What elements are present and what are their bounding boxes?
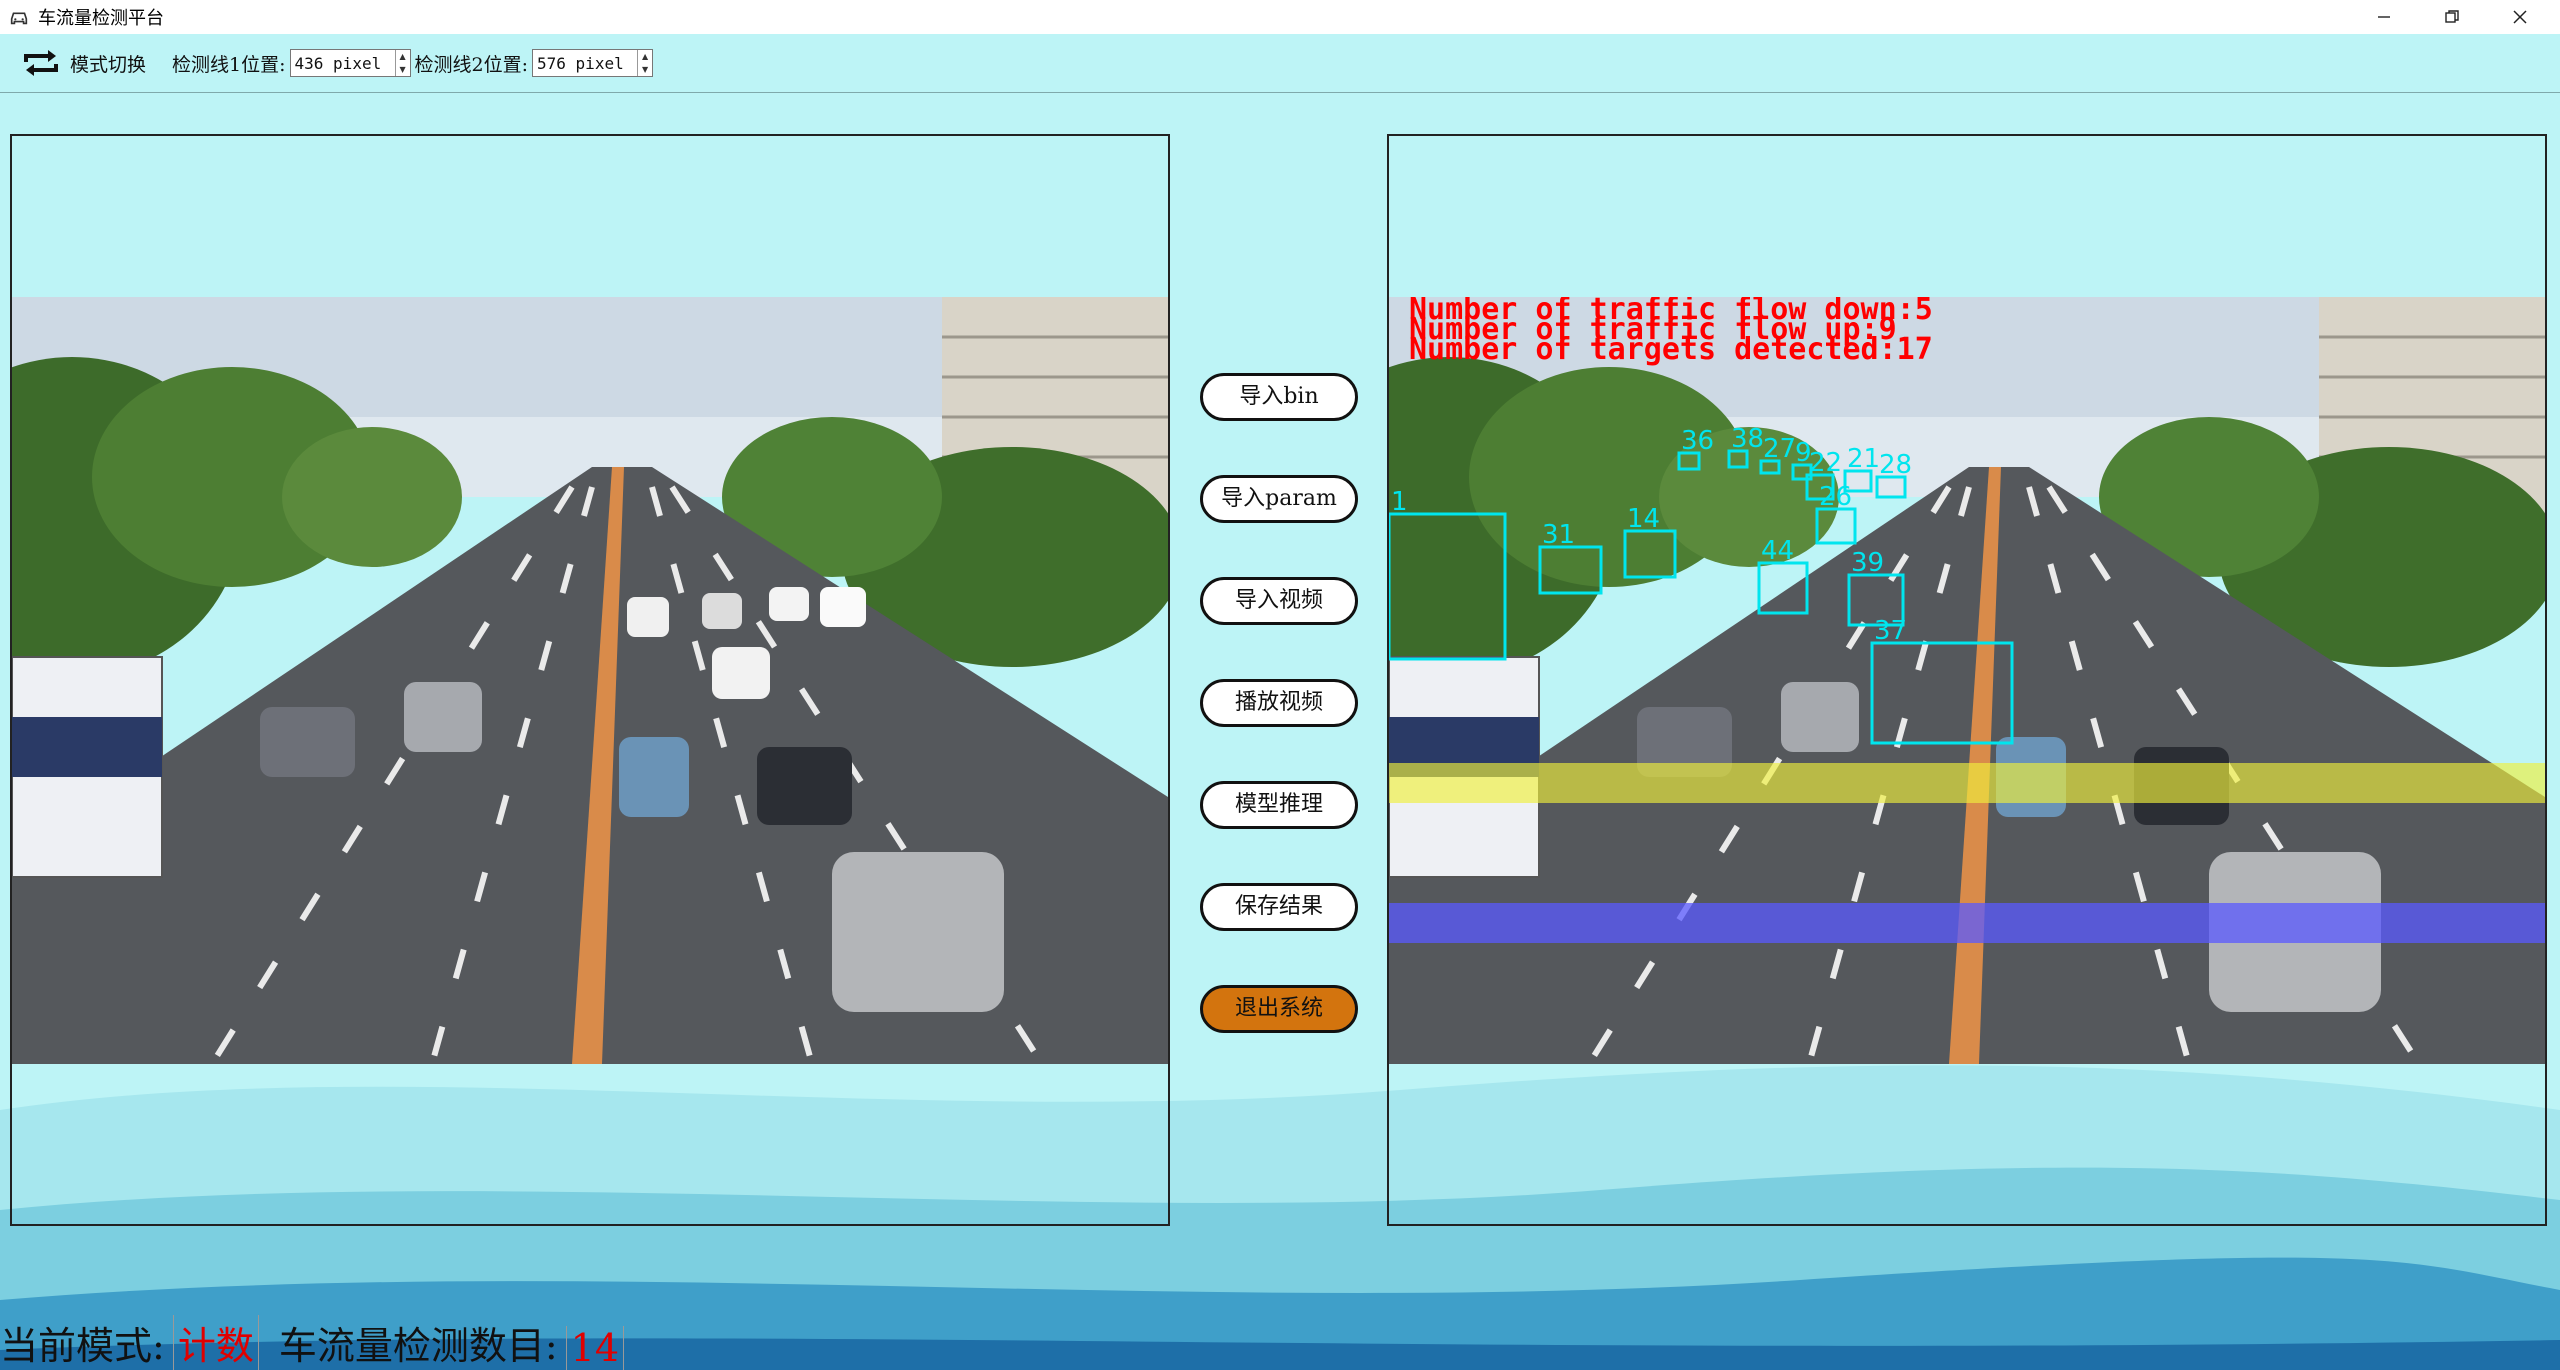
detection-id-label: 26 — [1819, 482, 1852, 512]
import-bin-button[interactable]: 导入bin — [1200, 373, 1358, 421]
restore-icon[interactable] — [2418, 0, 2486, 34]
play-video-button[interactable]: 播放视频 — [1200, 679, 1358, 727]
targets-detected-text: Number of targets detected:17 — [1409, 332, 1933, 367]
detection-id-label: 36 — [1681, 426, 1714, 456]
minimize-icon[interactable] — [2350, 0, 2418, 34]
line2-spinbox[interactable]: 576 pixel ▲ ▼ — [532, 49, 654, 77]
toolbar: 模式切换 检测线1位置: 436 pixel ▲ ▼ 检测线2位置: 576 pi… — [0, 34, 2560, 93]
window-title: 车流量检测平台 — [38, 8, 164, 29]
mode-switch-label: 模式切换 — [70, 53, 147, 76]
detection-id-label: 37 — [1874, 616, 1907, 646]
close-icon[interactable] — [2486, 0, 2554, 34]
count-value: 14 — [565, 1326, 624, 1370]
detection-id-label: 22 — [1809, 448, 1842, 478]
mode-label: 当前模式: — [0, 1324, 165, 1368]
count-label: 车流量检测数目: — [278, 1324, 558, 1368]
mode-switch-button[interactable]: 模式切换 — [20, 48, 146, 78]
original-video-panel — [10, 134, 1170, 1226]
detection-result-frame: Number of traffic flow down:5 Number of … — [1389, 297, 2545, 1064]
mode-value: 计数 — [172, 1315, 259, 1370]
repeat-icon — [24, 50, 58, 76]
spin-down-icon[interactable]: ▼ — [396, 63, 410, 76]
line1-value[interactable]: 436 pixel — [291, 54, 395, 73]
detection-id-label: 39 — [1851, 548, 1884, 578]
detection-id-label: 31 — [1542, 520, 1575, 550]
import-video-button[interactable]: 导入视频 — [1200, 577, 1358, 625]
original-video-frame — [12, 297, 1168, 1064]
spin-up-icon[interactable]: ▲ — [396, 50, 410, 63]
detection-id-label: 38 — [1731, 424, 1764, 454]
spin-up-icon[interactable]: ▲ — [638, 50, 652, 63]
detection-line-2 — [1389, 903, 2545, 943]
save-result-button[interactable]: 保存结果 — [1200, 883, 1358, 931]
line1-label: 检测线1位置: — [172, 53, 286, 76]
model-inference-button[interactable]: 模型推理 — [1200, 781, 1358, 829]
detection-id-label: 27 — [1763, 434, 1796, 464]
car-icon — [10, 12, 28, 25]
title-bar: 车流量检测平台 — [0, 0, 2560, 34]
detection-result-panel: Number of traffic flow down:5 Number of … — [1387, 134, 2547, 1226]
detection-id-label: 28 — [1879, 450, 1912, 480]
detection-id-label: 21 — [1847, 444, 1880, 474]
spin-down-icon[interactable]: ▼ — [638, 63, 652, 76]
import-param-button[interactable]: 导入param — [1200, 475, 1358, 523]
detection-line-1 — [1389, 763, 2545, 803]
detection-id-label: 1 — [1391, 487, 1408, 517]
line2-value[interactable]: 576 pixel — [533, 54, 637, 73]
status-bar: 当前模式: 计数 车流量检测数目: 14 — [0, 1310, 2560, 1370]
line2-label: 检测线2位置: — [414, 53, 529, 76]
detection-id-label: 14 — [1627, 504, 1660, 534]
line1-spinbox[interactable]: 436 pixel ▲ ▼ — [289, 49, 411, 77]
detection-id-label: 44 — [1761, 536, 1794, 566]
exit-system-button[interactable]: 退出系统 — [1200, 985, 1358, 1033]
